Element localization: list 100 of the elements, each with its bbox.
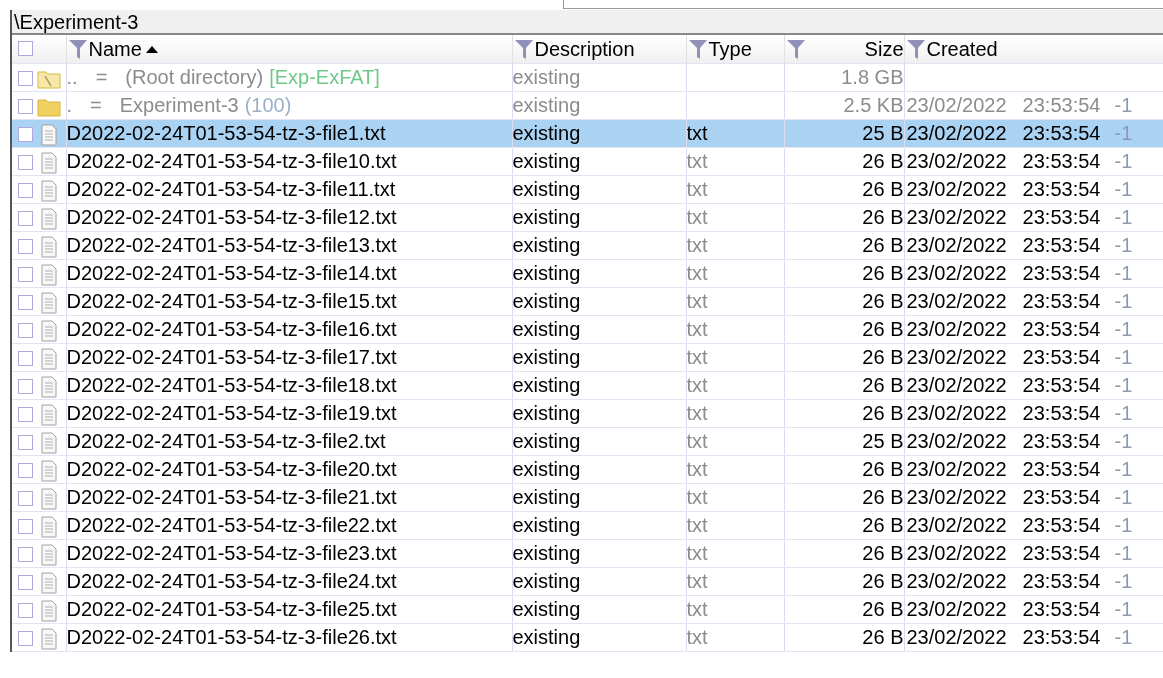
column-header[interactable]: Created bbox=[904, 35, 1163, 62]
file-row[interactable]: D2022-02-24T01-53-54-tz-3-file10.txt existing txt 26 B23/02/2022 23:53:54 -1 bbox=[12, 147, 1163, 175]
directory-note: (100) bbox=[244, 94, 292, 116]
time-text: 23:53:54 bbox=[1022, 234, 1101, 256]
checkbox[interactable] bbox=[18, 435, 33, 451]
type-text: txt bbox=[686, 346, 708, 368]
size-text: 26 B bbox=[862, 542, 903, 564]
checkbox[interactable] bbox=[18, 295, 33, 311]
date-text: 23/02/2022 bbox=[906, 458, 1007, 480]
file-row[interactable]: D2022-02-24T01-53-54-tz-3-file25.txt existing txt 26 B23/02/2022 23:53:54 -1 bbox=[12, 595, 1163, 623]
file-name: D2022-02-24T01-53-54-tz-3-file22.txt bbox=[66, 514, 397, 536]
document-icon bbox=[41, 459, 57, 482]
date-text: 23/02/2022 bbox=[906, 290, 1007, 312]
parent-folder-icon bbox=[37, 68, 61, 89]
checkbox[interactable] bbox=[18, 211, 33, 227]
description-text: existing bbox=[512, 374, 581, 396]
file-row[interactable]: D2022-02-24T01-53-54-tz-3-file15.txt existing txt 26 B23/02/2022 23:53:54 -1 bbox=[12, 287, 1163, 315]
file-row[interactable]: D2022-02-24T01-53-54-tz-3-file20.txt existing txt 26 B23/02/2022 23:53:54 -1 bbox=[12, 455, 1163, 483]
offset-text: -1 bbox=[1114, 122, 1133, 144]
checkbox[interactable] bbox=[18, 547, 33, 563]
checkbox[interactable] bbox=[18, 491, 33, 507]
time-text: 23:53:54 bbox=[1022, 430, 1101, 452]
file-row[interactable]: D2022-02-24T01-53-54-tz-3-file21.txt existing txt 26 B23/02/2022 23:53:54 -1 bbox=[12, 483, 1163, 511]
document-icon bbox=[41, 179, 57, 202]
checkbox[interactable] bbox=[18, 183, 33, 199]
checkbox[interactable] bbox=[18, 41, 33, 57]
size-text: 26 B bbox=[862, 346, 903, 368]
directory-marker: .. bbox=[66, 66, 78, 88]
time-text: 23:53:54 bbox=[1022, 402, 1101, 424]
column-header[interactable]: Description bbox=[512, 35, 685, 62]
checkbox[interactable] bbox=[18, 239, 33, 255]
size-text: 1.8 GB bbox=[841, 66, 903, 88]
file-row[interactable]: D2022-02-24T01-53-54-tz-3-file13.txt existing txt 26 B23/02/2022 23:53:54 -1 bbox=[12, 231, 1163, 259]
description-text: existing bbox=[512, 234, 581, 256]
checkbox[interactable] bbox=[18, 463, 33, 479]
column-header[interactable]: Type bbox=[686, 35, 783, 62]
checkbox[interactable] bbox=[18, 407, 33, 423]
checkbox[interactable] bbox=[18, 99, 33, 115]
date-text: 23/02/2022 bbox=[906, 234, 1007, 256]
checkbox[interactable] bbox=[18, 155, 33, 171]
file-row[interactable]: D2022-02-24T01-53-54-tz-3-file14.txt existing txt 26 B23/02/2022 23:53:54 -1 bbox=[12, 259, 1163, 287]
checkbox[interactable] bbox=[18, 127, 33, 143]
file-row[interactable]: D2022-02-24T01-53-54-tz-3-file23.txt existing txt 26 B23/02/2022 23:53:54 -1 bbox=[12, 539, 1163, 567]
size-text: 26 B bbox=[862, 178, 903, 200]
file-row[interactable]: D2022-02-24T01-53-54-tz-3-file22.txt existing txt 26 B23/02/2022 23:53:54 -1 bbox=[12, 511, 1163, 539]
checkbox[interactable] bbox=[18, 323, 33, 339]
offset-text: -1 bbox=[1114, 262, 1133, 284]
checkbox[interactable] bbox=[18, 519, 33, 535]
checkbox[interactable] bbox=[18, 351, 33, 367]
date-text: 23/02/2022 bbox=[906, 374, 1007, 396]
type-text: txt bbox=[686, 458, 708, 480]
offset-text: -1 bbox=[1114, 374, 1133, 396]
checkbox[interactable] bbox=[18, 267, 33, 283]
directory-name: Experiment-3 bbox=[119, 94, 239, 116]
time-text: 23:53:54 bbox=[1022, 94, 1101, 116]
checkbox[interactable] bbox=[18, 71, 33, 87]
checkbox[interactable] bbox=[18, 575, 33, 591]
time-text: 23:53:54 bbox=[1022, 626, 1101, 648]
time-text: 23:53:54 bbox=[1022, 458, 1101, 480]
offset-text: -1 bbox=[1114, 430, 1133, 452]
time-text: 23:53:54 bbox=[1022, 542, 1101, 564]
column-header[interactable]: Size bbox=[784, 35, 903, 62]
column-header[interactable]: Name bbox=[66, 35, 511, 62]
size-text: 2.5 KB bbox=[843, 94, 903, 116]
file-row[interactable]: D2022-02-24T01-53-54-tz-3-file12.txt existing txt 26 B23/02/2022 23:53:54 -1 bbox=[12, 203, 1163, 231]
time-text: 23:53:54 bbox=[1022, 374, 1101, 396]
date-text: 23/02/2022 bbox=[906, 262, 1007, 284]
type-text: txt bbox=[686, 178, 708, 200]
file-row[interactable]: D2022-02-24T01-53-54-tz-3-file2.txt existing txt 25 B23/02/2022 23:53:54 -1 bbox=[12, 427, 1163, 455]
description-text: existing bbox=[512, 318, 581, 340]
file-row[interactable]: D2022-02-24T01-53-54-tz-3-file11.txt existing txt 26 B23/02/2022 23:53:54 -1 bbox=[12, 175, 1163, 203]
offset-text: -1 bbox=[1114, 542, 1133, 564]
date-text: 23/02/2022 bbox=[906, 626, 1007, 648]
file-name: D2022-02-24T01-53-54-tz-3-file10.txt bbox=[66, 150, 397, 172]
file-row[interactable]: D2022-02-24T01-53-54-tz-3-file16.txt existing txt 26 B23/02/2022 23:53:54 -1 bbox=[12, 315, 1163, 343]
time-text: 23:53:54 bbox=[1022, 570, 1101, 592]
date-text: 23/02/2022 bbox=[906, 346, 1007, 368]
checkbox[interactable] bbox=[18, 379, 33, 395]
date-text: 23/02/2022 bbox=[906, 402, 1007, 424]
type-text: txt bbox=[686, 570, 708, 592]
checkbox[interactable] bbox=[18, 631, 33, 647]
file-row[interactable]: D2022-02-24T01-53-54-tz-3-file26.txt existing txt 26 B23/02/2022 23:53:54 -1 bbox=[12, 623, 1163, 651]
size-text: 26 B bbox=[862, 290, 903, 312]
size-text: 26 B bbox=[862, 486, 903, 508]
size-text: 25 B bbox=[862, 430, 903, 452]
file-row[interactable]: D2022-02-24T01-53-54-tz-3-file1.txt existing txt 25 B23/02/2022 23:53:54 -1 bbox=[12, 119, 1163, 147]
description-text: existing bbox=[512, 486, 581, 508]
file-name: D2022-02-24T01-53-54-tz-3-file11.txt bbox=[66, 178, 396, 200]
file-row[interactable]: D2022-02-24T01-53-54-tz-3-file24.txt existing txt 26 B23/02/2022 23:53:54 -1 bbox=[12, 567, 1163, 595]
description-text: existing bbox=[512, 178, 581, 200]
time-text: 23:53:54 bbox=[1022, 514, 1101, 536]
time-text: 23:53:54 bbox=[1022, 122, 1101, 144]
checkbox[interactable] bbox=[18, 603, 33, 619]
file-row[interactable]: D2022-02-24T01-53-54-tz-3-file19.txt existing txt 26 B23/02/2022 23:53:54 -1 bbox=[12, 399, 1163, 427]
type-text: txt bbox=[686, 486, 708, 508]
description-text: existing bbox=[512, 458, 581, 480]
file-row[interactable]: D2022-02-24T01-53-54-tz-3-file18.txt existing txt 26 B23/02/2022 23:53:54 -1 bbox=[12, 371, 1163, 399]
file-row[interactable]: D2022-02-24T01-53-54-tz-3-file17.txt existing txt 26 B23/02/2022 23:53:54 -1 bbox=[12, 343, 1163, 371]
document-icon bbox=[41, 515, 57, 538]
file-name: D2022-02-24T01-53-54-tz-3-file21.txt bbox=[66, 486, 397, 508]
